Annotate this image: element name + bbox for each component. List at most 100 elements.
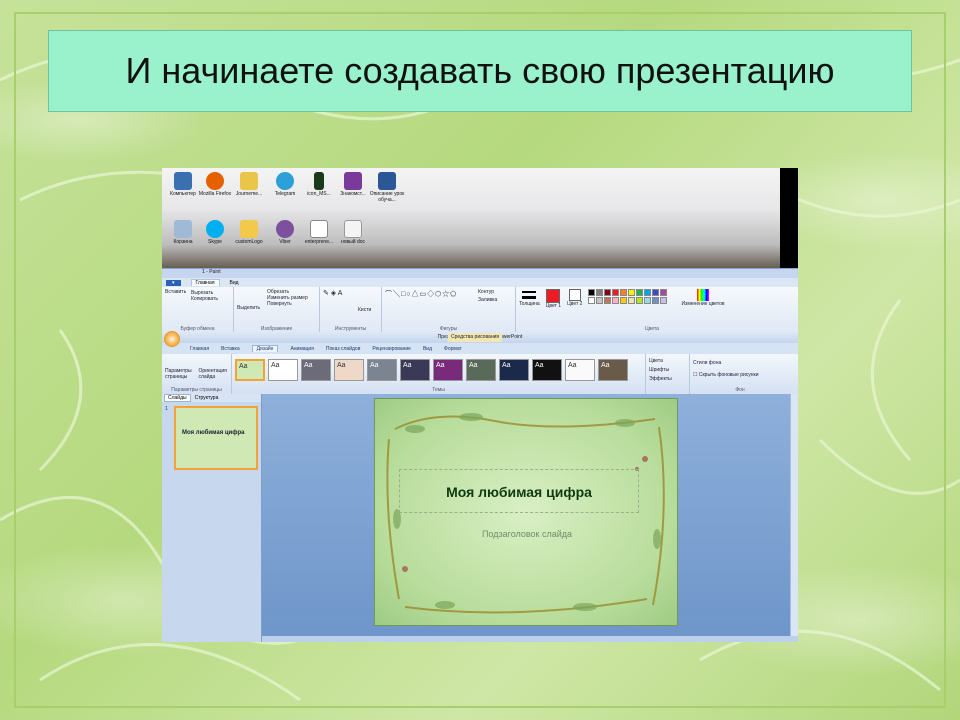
tab-home[interactable]: Главная	[190, 346, 209, 352]
color-swatch[interactable]	[652, 289, 660, 296]
theme-item[interactable]: Aa	[334, 359, 364, 381]
select-button[interactable]: Выделить	[237, 305, 260, 311]
page-title: И начинаете создавать свою презентацию	[125, 50, 835, 91]
tab-view[interactable]: Вид	[423, 346, 432, 352]
tab-outline[interactable]: Структура	[195, 395, 219, 401]
hide-bg-checkbox[interactable]: ☐ Скрыть фоновые рисунки	[693, 372, 787, 378]
theme-item[interactable]: Aa	[367, 359, 397, 381]
color-palette[interactable]	[588, 289, 668, 304]
file-icon[interactable]: customLogo	[230, 220, 268, 245]
desktop-edge	[780, 168, 798, 270]
tab-review[interactable]: Рецензирование	[372, 346, 411, 352]
color-swatch[interactable]	[596, 289, 604, 296]
bg-styles-dropdown[interactable]: Стили фона	[693, 360, 787, 366]
color-swatch[interactable]	[620, 289, 628, 296]
thickness-button[interactable]: Толщина	[519, 289, 540, 307]
outline-dropdown[interactable]: Контур	[478, 289, 494, 295]
slide-thumbnail[interactable]: Моя любимая цифра	[174, 406, 258, 470]
image-group: Обрезать Изменить размер Повернуть Выдел…	[234, 287, 320, 333]
theme-current[interactable]: Aa	[235, 359, 265, 381]
viber-icon[interactable]: Viber	[266, 220, 304, 245]
tab-slides[interactable]: Слайды	[164, 394, 191, 402]
desktop: Компьютер Mozilla Firefox Journeme... Te…	[162, 168, 798, 270]
paint-tab-home[interactable]: Главная	[190, 279, 220, 286]
color-swatch[interactable]	[628, 289, 636, 296]
ppt-ribbon: Параметры страницы Ориентация слайда Пар…	[162, 354, 798, 394]
colors-dropdown[interactable]: Цвета	[649, 358, 686, 364]
pencil-icon[interactable]: ✎ ◈ A	[323, 289, 378, 297]
color-swatch[interactable]	[612, 297, 620, 304]
fonts-dropdown[interactable]: Шрифты	[649, 367, 686, 373]
office-button[interactable]	[164, 331, 180, 347]
color-swatch[interactable]	[636, 297, 644, 304]
slide-title[interactable]: Моя любимая цифра	[399, 469, 639, 513]
telegram-icon[interactable]: Telegram	[266, 172, 304, 197]
powerpoint-window: Презентация1 - Microsoft PowerPoint Сред…	[162, 332, 798, 642]
copy-button[interactable]: Копировать	[191, 296, 230, 302]
theme-item[interactable]: Aa	[400, 359, 430, 381]
paint-tabs: ▾ Главная Вид	[162, 278, 798, 287]
file-icon[interactable]: enterprene...	[300, 220, 338, 245]
tab-design[interactable]: Дизайн	[251, 345, 279, 352]
theme-item[interactable]: Aa	[433, 359, 463, 381]
color-swatch[interactable]	[612, 289, 620, 296]
colors-group: Толщина Цвет 1 Цвет 2 Изменение цветов Ц…	[516, 287, 788, 333]
fill-dropdown[interactable]: Заливка	[478, 297, 497, 303]
paint-tab-view[interactable]: Вид	[230, 280, 239, 286]
theme-item[interactable]: Aa	[466, 359, 496, 381]
word-icon[interactable]: Описание урок обуча...	[368, 172, 406, 203]
page-setup-button[interactable]: Параметры страницы	[165, 356, 195, 380]
tools-group: ✎ ◈ A Кисти Инструменты	[320, 287, 382, 333]
tab-format[interactable]: Формат	[444, 346, 462, 352]
color-swatch[interactable]	[604, 297, 612, 304]
color1-button[interactable]: Цвет 1	[546, 289, 561, 309]
slide-subtitle[interactable]: Подзаголовок слайда	[375, 529, 679, 539]
skype-icon[interactable]: Skype	[196, 220, 234, 245]
edit-colors-button[interactable]: Изменение цветов	[681, 289, 725, 307]
color-swatch[interactable]	[644, 289, 652, 296]
color-swatch[interactable]	[588, 289, 596, 296]
theme-item[interactable]: Aa	[532, 359, 562, 381]
drawing-tools-context: Средства рисования	[448, 333, 503, 342]
color-swatch[interactable]	[644, 297, 652, 304]
color-swatch[interactable]	[660, 297, 668, 304]
page-setup-group-label: Параметры страницы	[171, 387, 222, 393]
color-swatch[interactable]	[660, 289, 668, 296]
brushes-button[interactable]: Кисти	[358, 307, 371, 313]
page-setup-group: Параметры страницы Ориентация слайда Пар…	[162, 354, 232, 394]
color-swatch[interactable]	[636, 289, 644, 296]
color-swatch[interactable]	[604, 289, 612, 296]
color-swatch[interactable]	[620, 297, 628, 304]
paint-file-menu[interactable]: ▾	[166, 279, 181, 286]
color-swatch[interactable]	[652, 297, 660, 304]
rotate-button[interactable]: Повернуть	[267, 301, 316, 307]
vertical-scrollbar[interactable]	[790, 394, 798, 642]
color-swatch[interactable]	[596, 297, 604, 304]
tab-slideshow[interactable]: Показ слайдов	[326, 346, 360, 352]
file-icon[interactable]: Journeme...	[230, 172, 268, 197]
file-icon[interactable]: icon_MS...	[300, 172, 338, 197]
color2-button[interactable]: Цвет 2	[567, 289, 582, 307]
status-bar	[262, 636, 798, 642]
background-group: Стили фона ☐ Скрыть фоновые рисунки Фон	[690, 354, 790, 394]
orientation-button[interactable]: Ориентация слайда	[199, 356, 229, 380]
slide-canvas[interactable]: Моя любимая цифра Подзаголовок слайда	[374, 398, 678, 626]
effects-dropdown[interactable]: Эффекты	[649, 376, 686, 382]
tab-animation[interactable]: Анимация	[290, 346, 313, 352]
theme-options-group: Цвета Шрифты Эффекты	[646, 354, 690, 394]
theme-item[interactable]: Aa	[499, 359, 529, 381]
firefox-icon[interactable]: Mozilla Firefox	[196, 172, 234, 197]
theme-item[interactable]: Aa	[598, 359, 628, 381]
color-swatch[interactable]	[588, 297, 596, 304]
themes-gallery[interactable]: Aa Aa Aa Aa Aa Aa Aa Aa Aa Aa Aa Aa	[235, 356, 642, 381]
color-swatch[interactable]	[628, 297, 636, 304]
ppt-tabs: Главная Вставка Дизайн Анимация Показ сл…	[162, 343, 798, 354]
slide-number: 1	[165, 406, 168, 412]
theme-office[interactable]: Aa	[268, 359, 298, 381]
theme-item[interactable]: Aa	[565, 359, 595, 381]
tab-insert[interactable]: Вставка	[221, 346, 240, 352]
paint-title-bar: 1 - Paint	[162, 269, 798, 278]
theme-item[interactable]: Aa	[301, 359, 331, 381]
document-icon[interactable]: новый doc	[334, 220, 372, 245]
archive-icon[interactable]: Знакомст...	[334, 172, 372, 197]
